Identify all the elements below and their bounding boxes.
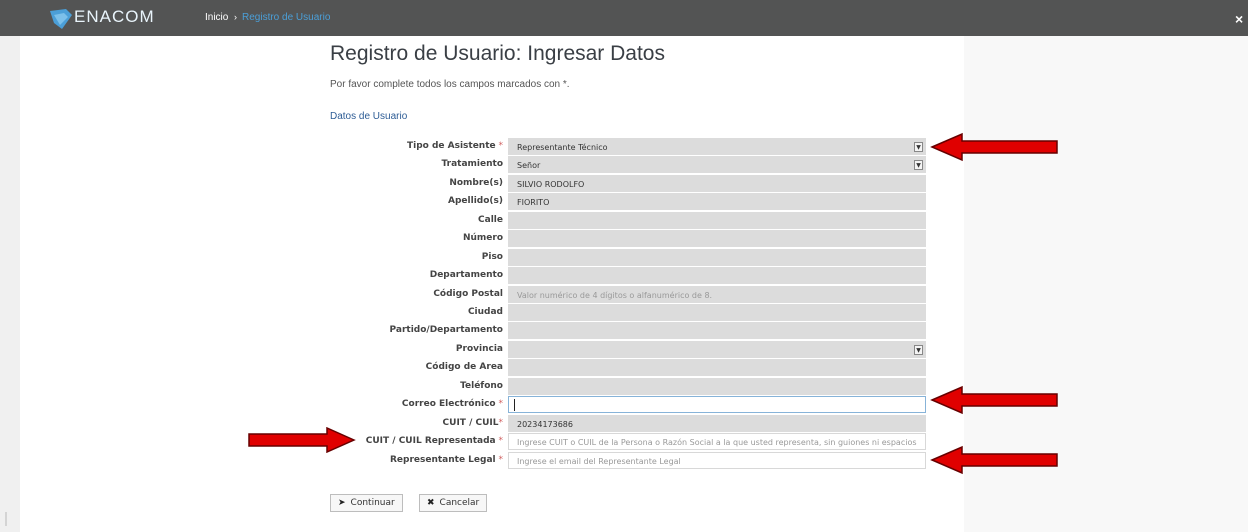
top-navigation-bar: ENACOM Inicio › Registro de Usuario × (0, 0, 1248, 36)
close-icon: ✖ (427, 498, 435, 508)
field-label: Partido/Departamento (389, 325, 503, 335)
section-heading: Datos de Usuario (330, 111, 408, 122)
row-tratamiento: Tratamiento Señor ▼ (330, 156, 930, 174)
row-cuit-representada: CUIT / CUIL Representada * Ingrese CUIT … (330, 433, 930, 451)
annotation-arrow-left (930, 132, 1058, 162)
row-departamento: Departamento (330, 267, 930, 285)
codigo-area-field[interactable] (508, 359, 926, 376)
provincia-select[interactable]: ▼ (508, 341, 926, 358)
cuit-field[interactable]: 20234173686 (508, 415, 926, 432)
field-label: Provincia (455, 344, 503, 354)
field-label: Tratamiento (441, 159, 504, 169)
field-label: Tipo de Asistente * (406, 141, 503, 151)
row-nombre: Nombre(s) SILVIO RODOLFO (330, 175, 930, 193)
row-tipo-asistente: Tipo de Asistente * Representante Técnic… (330, 138, 930, 156)
row-partido: Partido/Departamento (330, 322, 930, 340)
tipo-asistente-select[interactable]: Representante Técnico ▼ (508, 138, 926, 155)
row-representante-legal: Representante Legal * Ingrese el email d… (330, 452, 930, 470)
chevron-down-icon[interactable]: ▼ (914, 142, 923, 152)
continuar-button[interactable]: ➤ Continuar (330, 494, 403, 512)
chevron-down-icon[interactable]: ▼ (914, 345, 923, 355)
field-label: Código de Area (425, 362, 503, 372)
annotation-arrow-left (930, 445, 1058, 475)
email-field[interactable] (508, 396, 926, 413)
row-calle: Calle (330, 212, 930, 230)
enacom-logo-icon (50, 9, 72, 29)
breadcrumb-current: Registro de Usuario (242, 12, 331, 23)
ciudad-field[interactable] (508, 304, 926, 321)
breadcrumb-home-link[interactable]: Inicio (205, 12, 228, 23)
field-label: CUIT / CUIL* (442, 418, 503, 428)
row-provincia: Provincia ▼ (330, 341, 930, 359)
text-cursor (514, 399, 515, 411)
field-label: Correo Electrónico * (401, 399, 503, 409)
row-correo: Correo Electrónico * (330, 396, 930, 414)
logo-text: ENACOM (74, 7, 155, 26)
send-icon: ➤ (338, 498, 346, 508)
row-telefono: Teléfono (330, 378, 930, 396)
row-ciudad: Ciudad (330, 304, 930, 322)
field-label: CUIT / CUIL Representada * (365, 436, 503, 446)
numero-field[interactable] (508, 230, 926, 247)
row-numero: Número (330, 230, 930, 248)
field-label: Teléfono (460, 381, 503, 391)
telefono-field[interactable] (508, 378, 926, 395)
apellido-field[interactable]: FIORITO (508, 193, 926, 210)
field-label: Departamento (429, 270, 503, 280)
calle-field[interactable] (508, 212, 926, 229)
field-label: Piso (481, 252, 503, 262)
field-label: Número (462, 233, 503, 243)
departamento-field[interactable] (508, 267, 926, 284)
row-apellido: Apellido(s) FIORITO (330, 193, 930, 211)
field-label: Representante Legal * (389, 455, 503, 465)
representante-legal-field[interactable]: Ingrese el email del Representante Legal (508, 452, 926, 469)
left-gutter (0, 36, 20, 532)
nombre-field[interactable]: SILVIO RODOLFO (508, 175, 926, 192)
field-label: Apellido(s) (448, 196, 503, 206)
page-subtitle: Por favor complete todos los campos marc… (330, 79, 570, 90)
row-codigo-postal: Código Postal Valor numérico de 4 dígito… (330, 286, 930, 304)
field-label: Nombre(s) (449, 178, 503, 188)
annotation-arrow-left (930, 385, 1058, 415)
field-label: Código Postal (433, 289, 503, 299)
tratamiento-select[interactable]: Señor ▼ (508, 156, 926, 173)
gutter-marker (5, 512, 11, 526)
row-piso: Piso (330, 249, 930, 267)
annotation-arrow-right (248, 427, 356, 453)
cuit-representada-field[interactable]: Ingrese CUIT o CUIL de la Persona o Razó… (508, 433, 926, 450)
page-title: Registro de Usuario: Ingresar Datos (330, 42, 665, 65)
codigo-postal-field[interactable]: Valor numérico de 4 dígitos o alfanuméri… (508, 286, 926, 303)
row-codigo-area: Código de Area (330, 359, 930, 377)
field-label: Ciudad (467, 307, 503, 317)
close-icon[interactable]: × (1235, 11, 1243, 27)
chevron-down-icon[interactable]: ▼ (914, 160, 923, 170)
breadcrumb-separator: › (234, 12, 237, 22)
cancelar-button[interactable]: ✖ Cancelar (419, 494, 488, 512)
field-label: Calle (478, 215, 503, 225)
piso-field[interactable] (508, 249, 926, 266)
row-cuit: CUIT / CUIL* 20234173686 (330, 415, 930, 433)
partido-field[interactable] (508, 322, 926, 339)
